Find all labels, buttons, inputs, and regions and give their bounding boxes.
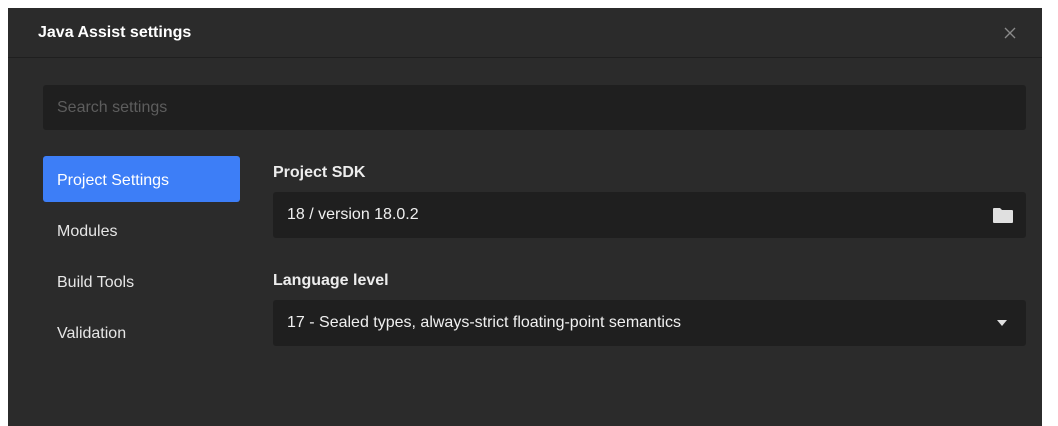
sidebar-item-project-settings[interactable]: Project Settings <box>43 156 240 202</box>
dialog-title: Java Assist settings <box>38 24 192 41</box>
sidebar-item-modules[interactable]: Modules <box>43 207 240 253</box>
caret-down-icon <box>997 320 1007 326</box>
language-level-value: 17 - Sealed types, always-strict floatin… <box>287 314 681 331</box>
settings-dialog: Java Assist settings Project Settings Mo… <box>8 8 1042 426</box>
project-sdk-value: 18 / version 18.0.2 <box>287 206 419 223</box>
dialog-titlebar: Java Assist settings <box>8 8 1042 58</box>
search-input[interactable] <box>43 85 1026 130</box>
language-level-label: Language level <box>273 272 389 289</box>
language-level-select[interactable]: 17 - Sealed types, always-strict floatin… <box>273 300 1026 346</box>
close-icon <box>1004 27 1016 39</box>
close-button[interactable] <box>996 19 1024 47</box>
project-sdk-field[interactable]: 18 / version 18.0.2 <box>273 192 1026 238</box>
sidebar-item-build-tools[interactable]: Build Tools <box>43 258 240 304</box>
sidebar-nav: Project Settings Modules Build Tools Val… <box>43 156 240 360</box>
sidebar-item-validation[interactable]: Validation <box>43 309 240 355</box>
project-sdk-label: Project SDK <box>273 164 366 181</box>
folder-icon[interactable] <box>992 206 1014 224</box>
